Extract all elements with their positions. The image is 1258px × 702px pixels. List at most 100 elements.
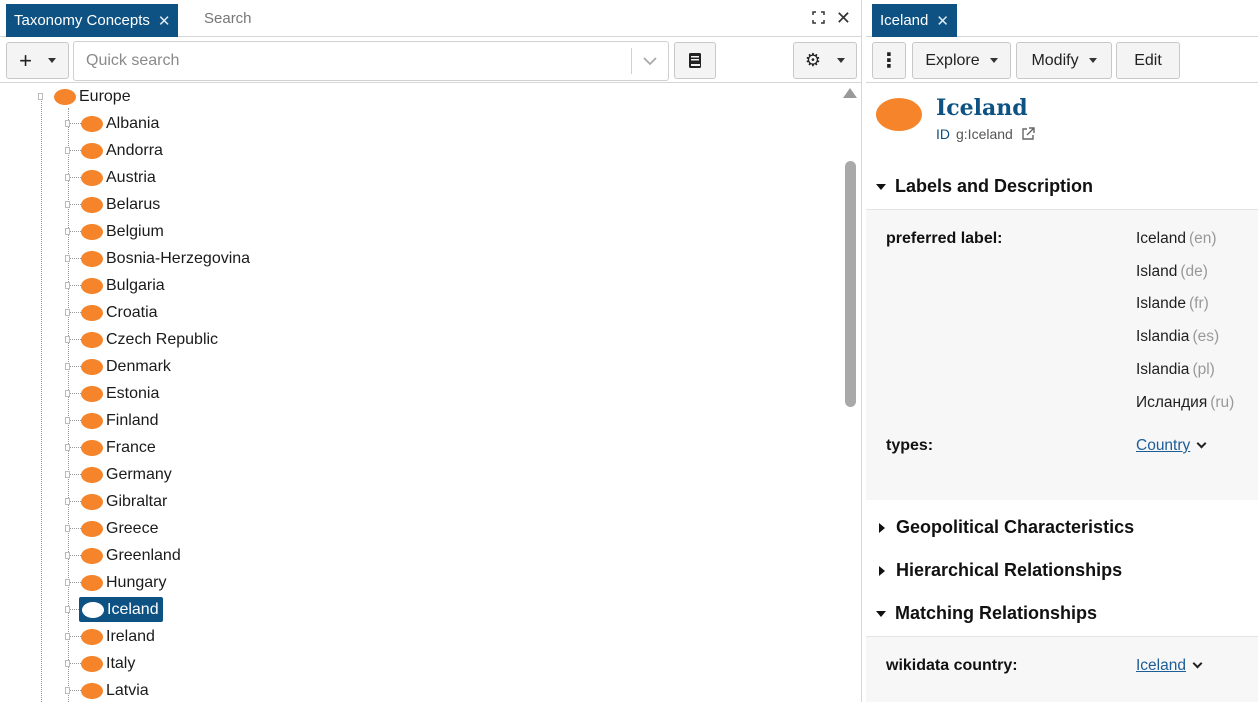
more-options-button[interactable]: ⋮ [872, 42, 906, 79]
tree-node-greece[interactable]: Greece [81, 516, 158, 541]
tree-node-latvia[interactable]: Latvia [81, 678, 149, 702]
preferred-label-value: Iceland (en) [1136, 230, 1217, 248]
tree-node-label: Belgium [106, 222, 164, 240]
leaf-marker-icon [65, 228, 70, 235]
taxonomy-panel: Taxonomy Concepts ✕ Search ✕ + Quick sea… [0, 0, 862, 702]
close-icon[interactable]: ✕ [936, 12, 949, 30]
modify-label: Modify [1031, 51, 1079, 69]
edit-button[interactable]: Edit [1116, 42, 1180, 79]
chevron-down-icon[interactable] [1192, 658, 1203, 669]
tree-node-ireland[interactable]: Ireland [81, 624, 155, 649]
tree-connector [69, 312, 81, 313]
tree-connector [69, 528, 81, 529]
language-tag: (pl) [1192, 360, 1215, 378]
concept-icon [81, 466, 103, 483]
tree-node-hungary[interactable]: Hungary [81, 570, 166, 595]
types-label: types: [886, 437, 934, 454]
tree-node-czech-republic[interactable]: Czech Republic [81, 327, 218, 352]
concept-icon [81, 115, 103, 132]
types-value: Country [1136, 437, 1207, 455]
tree-node-albania[interactable]: Albania [81, 111, 159, 136]
add-button[interactable]: + [6, 42, 69, 79]
right-tab-bar: Iceland ✕ [866, 0, 1258, 37]
concept-icon [81, 142, 103, 159]
chevron-down-icon[interactable] [1196, 438, 1207, 449]
chevron-down-icon[interactable] [632, 56, 668, 66]
leaf-marker-icon [65, 363, 70, 370]
tree-node-germany[interactable]: Germany [81, 462, 172, 487]
tab-taxonomy-concepts[interactable]: Taxonomy Concepts ✕ [6, 4, 179, 37]
modify-button[interactable]: Modify [1016, 42, 1112, 79]
tree-node-belarus[interactable]: Belarus [81, 192, 160, 217]
tree-node-gibraltar[interactable]: Gibraltar [81, 489, 167, 514]
tree-connector [69, 177, 81, 178]
book-button[interactable] [674, 42, 716, 79]
types-link[interactable]: Country [1136, 437, 1190, 454]
concept-icon [81, 331, 103, 348]
tree-node-andorra[interactable]: Andorra [81, 138, 163, 163]
leaf-marker-icon [65, 336, 70, 343]
leaf-marker-icon [65, 687, 70, 694]
tree-node-italy[interactable]: Italy [81, 651, 135, 676]
leaf-marker-icon [65, 390, 70, 397]
concept-icon [81, 520, 103, 537]
tab-iceland[interactable]: Iceland ✕ [872, 4, 957, 37]
wikidata-country-link[interactable]: Iceland [1136, 657, 1186, 674]
concept-icon [876, 98, 922, 131]
tree-node-austria[interactable]: Austria [81, 165, 156, 190]
settings-button[interactable]: ⚙ [793, 42, 857, 79]
concept-icon [81, 574, 103, 591]
tree-node-label: Iceland [107, 600, 159, 618]
explore-button[interactable]: Explore [912, 42, 1011, 79]
collapse-toggle-icon[interactable] [38, 93, 43, 100]
section-geopolitical[interactable]: Geopolitical Characteristics [876, 517, 1134, 538]
tree-node-estonia[interactable]: Estonia [81, 381, 159, 406]
tree-node-bulgaria[interactable]: Bulgaria [81, 273, 165, 298]
scrollbar-thumb[interactable] [845, 161, 856, 407]
preferred-label-value: Islandia (pl) [1136, 361, 1215, 379]
caret-down-icon [47, 58, 56, 63]
concept-icon [81, 439, 103, 456]
tree-node-croatia[interactable]: Croatia [81, 300, 158, 325]
concept-icon [81, 385, 103, 402]
tab-search[interactable]: Search [204, 10, 252, 27]
tree-node-denmark[interactable]: Denmark [81, 354, 171, 379]
preferred-label-value: Islande (fr) [1136, 295, 1209, 313]
tree-connector [69, 258, 81, 259]
kebab-icon: ⋮ [879, 50, 899, 72]
leaf-marker-icon [65, 525, 70, 532]
language-tag: (en) [1188, 230, 1217, 247]
external-link-icon[interactable] [1021, 127, 1035, 141]
tree-node-finland[interactable]: Finland [81, 408, 158, 433]
leaf-marker-icon [65, 120, 70, 127]
detail-toolbar: ⋮ Explore Modify Edit [866, 38, 1258, 83]
section-matching[interactable]: Matching Relationships [876, 603, 1097, 624]
tree-node-europe[interactable]: Europe [54, 84, 131, 109]
explore-label: Explore [925, 51, 980, 69]
scroll-up-icon[interactable] [843, 88, 857, 98]
concept-icon [82, 601, 104, 618]
tree-node-greenland[interactable]: Greenland [81, 543, 181, 568]
tree-node-iceland[interactable]: Iceland [79, 597, 163, 622]
quick-search-input[interactable] [74, 42, 631, 80]
expanded-triangle-icon [876, 610, 886, 617]
tree-node-bosnia-herzegovina[interactable]: Bosnia-Herzegovina [81, 246, 250, 271]
close-panel-icon[interactable]: ✕ [836, 8, 851, 29]
close-icon[interactable]: ✕ [158, 12, 171, 30]
section-labels-description[interactable]: Labels and Description [876, 176, 1093, 197]
concept-icon [81, 277, 103, 294]
caret-down-icon [989, 58, 998, 63]
collapsed-triangle-icon [879, 565, 885, 576]
scrollbar[interactable] [843, 88, 857, 702]
maximize-icon[interactable] [812, 11, 825, 24]
tab-label: Iceland [880, 12, 929, 29]
tree-node-belgium[interactable]: Belgium [81, 219, 164, 244]
gear-icon: ⚙ [804, 50, 822, 70]
tree-connector [69, 231, 81, 232]
language-tag: (fr) [1188, 295, 1209, 313]
tree-node-france[interactable]: France [81, 435, 156, 460]
section-hierarchical[interactable]: Hierarchical Relationships [876, 560, 1122, 581]
section-title: Hierarchical Relationships [896, 560, 1123, 580]
leaf-marker-icon [65, 660, 70, 667]
left-tab-bar: Taxonomy Concepts ✕ Search ✕ [0, 0, 861, 37]
